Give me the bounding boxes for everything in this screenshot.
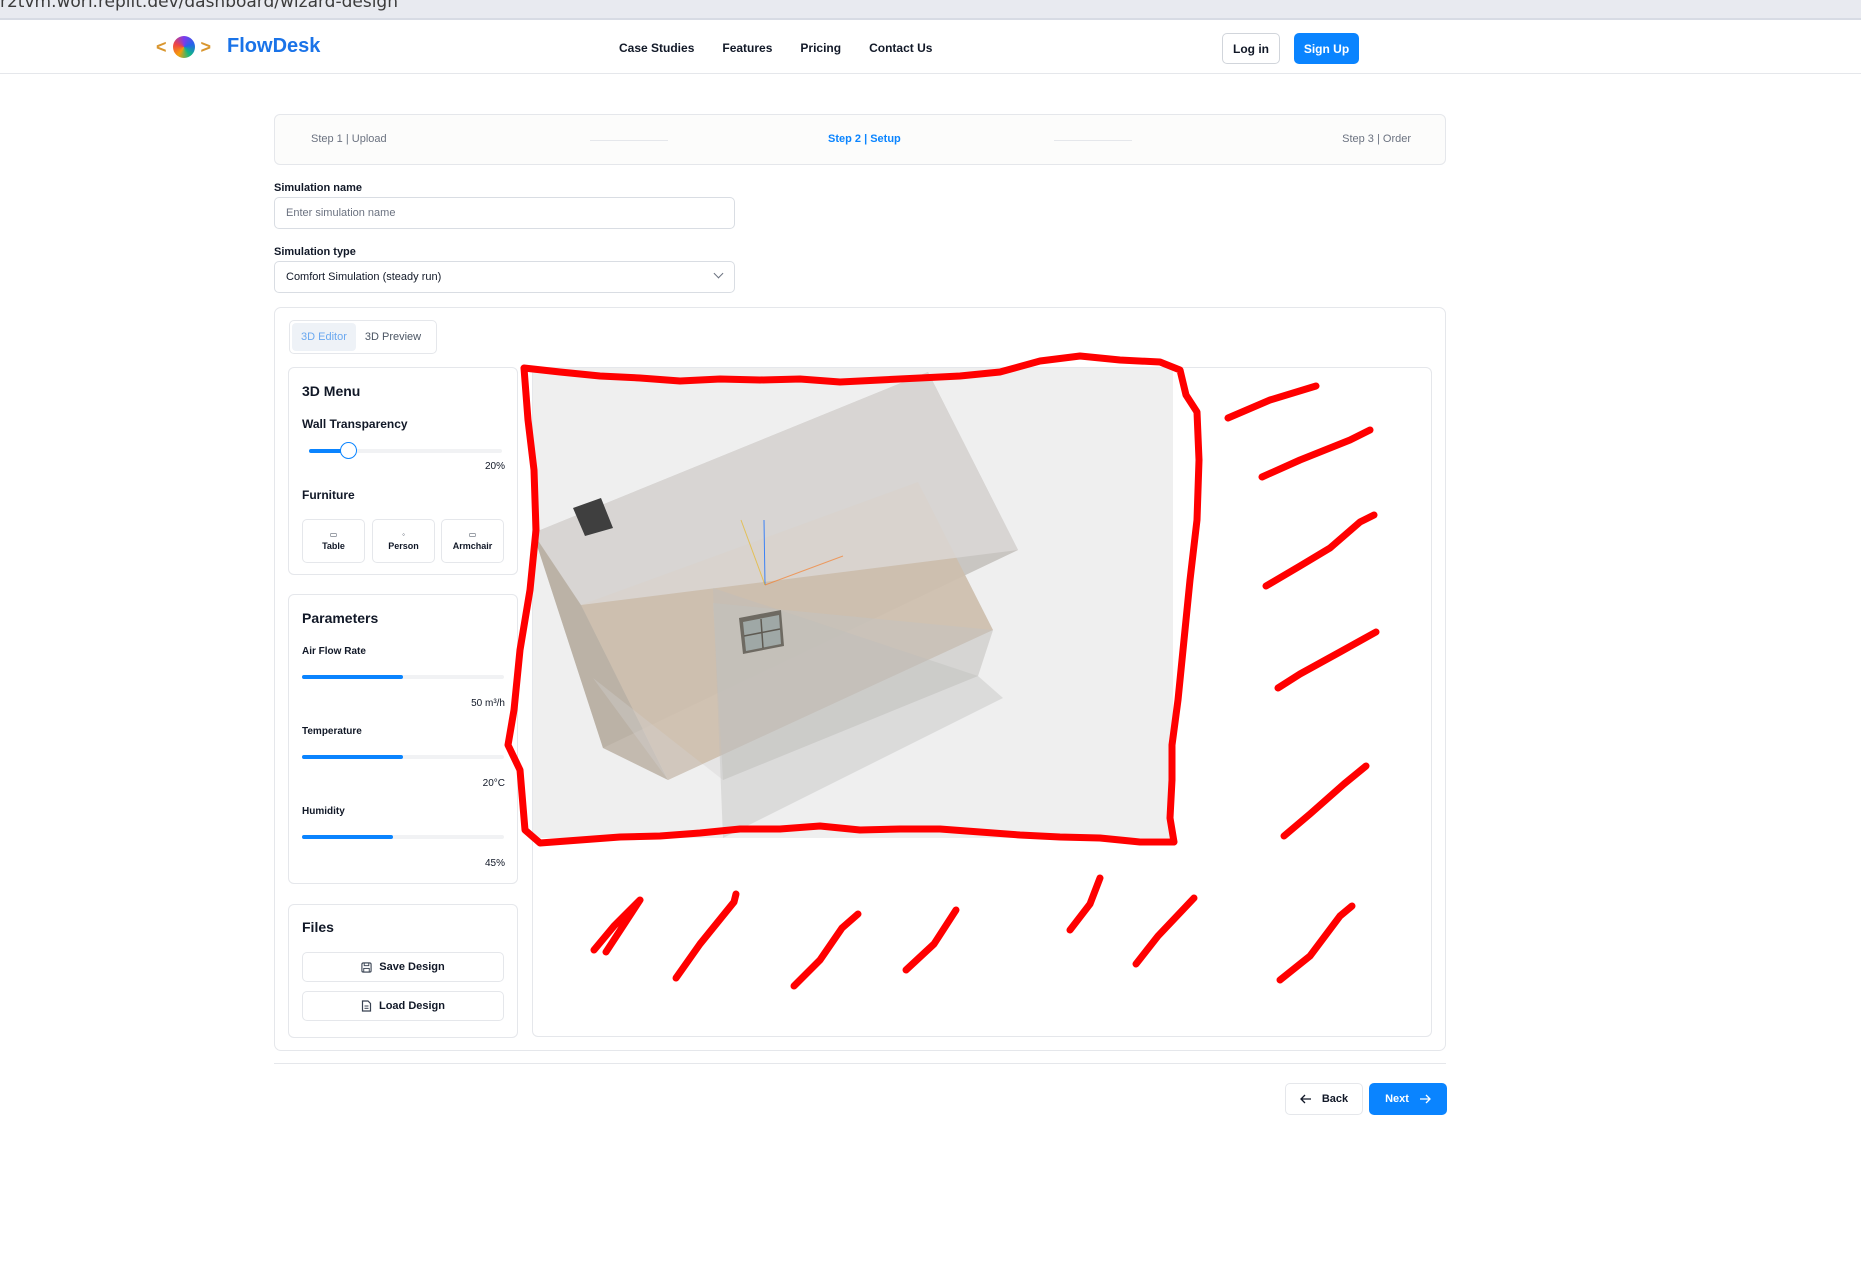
wall-transparency-label: Wall Transparency [302, 417, 408, 431]
step-order[interactable]: Step 3 | Order [1342, 133, 1411, 145]
step-divider [1054, 140, 1132, 141]
3d-viewport[interactable] [532, 367, 1432, 1037]
browser-url-bar[interactable]: r2tvm.worf.replit.dev/dashboard/wizard-d… [0, 0, 1861, 20]
arrow-left-icon [1299, 1094, 1311, 1104]
step-setup[interactable]: Step 2 | Setup [828, 133, 901, 145]
wall-transparency-value: 20% [484, 461, 505, 472]
editor-card: 3D Editor 3D Preview 3D Menu Wall Transp… [274, 307, 1446, 1051]
next-button[interactable]: Next [1369, 1083, 1447, 1115]
login-button[interactable]: Log in [1222, 33, 1280, 64]
signup-button[interactable]: Sign Up [1294, 33, 1359, 64]
furniture-armchair-label: Armchair [452, 541, 493, 551]
humidity-value: 45% [484, 858, 505, 869]
load-design-label: Load Design [378, 1000, 445, 1012]
nav-features[interactable]: Features [722, 41, 772, 55]
back-label: Back [1321, 1093, 1349, 1105]
furniture-armchair-button[interactable]: ▭ Armchair [441, 519, 504, 563]
top-navigation: < > FlowDesk Case Studies Features Prici… [0, 22, 1861, 74]
simulation-type-label: Simulation type [274, 246, 356, 258]
nav-case-studies[interactable]: Case Studies [619, 41, 694, 55]
nav-contact-us[interactable]: Contact Us [869, 41, 932, 55]
chevron-down-icon [713, 268, 724, 279]
files-title: Files [302, 919, 334, 935]
humidity-slider[interactable] [302, 835, 504, 839]
back-button[interactable]: Back [1285, 1083, 1363, 1115]
editor-tabs: 3D Editor 3D Preview [289, 320, 437, 354]
temperature-value: 20°C [482, 778, 505, 789]
simulation-type-value: Comfort Simulation (steady run) [286, 271, 442, 283]
tab-3d-preview[interactable]: 3D Preview [356, 323, 430, 351]
furniture-table-button[interactable]: ▭ Table [302, 519, 365, 563]
person-icon: ◦ [402, 530, 405, 539]
step-divider [590, 140, 668, 141]
brand-logo[interactable]: < > FlowDesk [156, 35, 320, 58]
temperature-fill [302, 755, 403, 759]
save-icon [361, 961, 372, 973]
parameters-panel: Parameters Air Flow Rate 50 m³/h Tempera… [288, 594, 518, 884]
simulation-name-label: Simulation name [274, 182, 363, 194]
url-text: r2tvm.worf.replit.dev/dashboard/wizard-d… [0, 0, 398, 12]
air-flow-fill [302, 675, 403, 679]
furniture-label: Furniture [302, 488, 355, 502]
furniture-table-label: Table [322, 541, 345, 551]
save-design-label: Save Design [379, 961, 445, 973]
simulation-name-input[interactable]: Enter simulation name [274, 197, 735, 229]
temperature-slider[interactable] [302, 755, 504, 759]
simulation-type-select[interactable]: Comfort Simulation (steady run) [274, 261, 735, 293]
logo-chevron-left-icon: < [156, 36, 167, 57]
wall-transparency-handle[interactable] [339, 442, 357, 459]
3d-scene[interactable] [533, 368, 1432, 1037]
load-design-button[interactable]: Load Design [302, 991, 504, 1021]
menu-3d-panel: 3D Menu Wall Transparency 20% Furniture … [288, 367, 518, 575]
save-design-button[interactable]: Save Design [302, 952, 504, 982]
files-panel: Files Save Design Load Design [288, 904, 518, 1038]
nav-pricing[interactable]: Pricing [800, 41, 841, 55]
armchair-icon: ▭ [468, 530, 477, 539]
table-icon: ▭ [329, 530, 338, 539]
step-upload[interactable]: Step 1 | Upload [311, 133, 387, 145]
furniture-person-button[interactable]: ◦ Person [372, 519, 435, 563]
temperature-label: Temperature [302, 726, 362, 737]
footer-divider [274, 1063, 1446, 1064]
parameters-title: Parameters [302, 610, 379, 626]
brand-name: FlowDesk [227, 35, 321, 57]
main-nav: Case Studies Features Pricing Contact Us [619, 41, 932, 55]
humidity-label: Humidity [302, 806, 345, 817]
tab-3d-editor[interactable]: 3D Editor [292, 323, 356, 351]
wizard-stepper: Step 1 | Upload Step 2 | Setup Step 3 | … [274, 114, 1446, 165]
furniture-person-label: Person [388, 541, 419, 551]
logo-chevron-right-icon: > [200, 36, 212, 57]
menu-3d-title: 3D Menu [302, 383, 361, 399]
air-flow-slider[interactable] [302, 675, 504, 679]
humidity-fill [302, 835, 393, 839]
arrow-right-icon [1419, 1094, 1431, 1104]
wall-transparency-slider[interactable] [309, 442, 502, 459]
file-icon [361, 1000, 372, 1012]
logo-mark-icon [172, 35, 195, 58]
air-flow-value: 50 m³/h [471, 698, 505, 709]
next-label: Next [1385, 1093, 1409, 1105]
air-flow-label: Air Flow Rate [302, 646, 366, 657]
